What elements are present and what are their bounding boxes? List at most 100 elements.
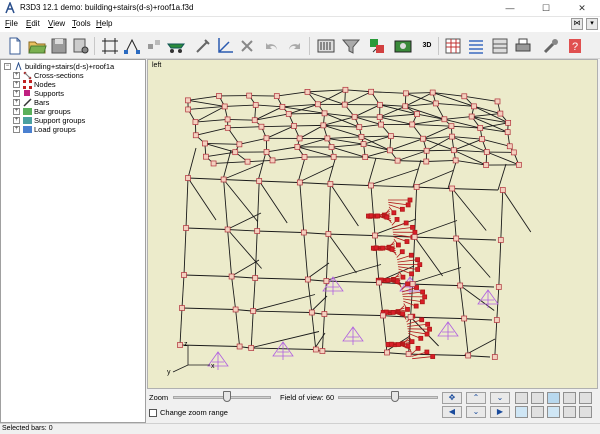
node-marker[interactable] <box>429 89 436 96</box>
open-folder-icon[interactable] <box>27 36 47 56</box>
stair-node[interactable] <box>419 299 425 305</box>
node-marker[interactable] <box>358 133 365 140</box>
support-glyph[interactable] <box>437 321 459 340</box>
node-marker[interactable] <box>236 141 243 148</box>
list-icon[interactable] <box>466 36 486 56</box>
node-marker[interactable] <box>185 97 191 104</box>
stair-node[interactable] <box>404 239 410 244</box>
stair-node[interactable] <box>419 317 425 323</box>
node-marker[interactable] <box>263 135 270 142</box>
view-iso3-button[interactable] <box>547 406 560 418</box>
node-marker[interactable] <box>388 133 394 139</box>
change-zoom-checkbox[interactable] <box>149 409 157 417</box>
stair-node[interactable] <box>415 257 420 263</box>
node-marker[interactable] <box>258 123 265 130</box>
expand-toggle[interactable]: + <box>13 117 20 124</box>
node-marker[interactable] <box>497 110 504 117</box>
node-marker[interactable] <box>192 119 199 125</box>
pan-button[interactable]: ✥ <box>442 392 462 404</box>
node-marker[interactable] <box>420 135 426 142</box>
node-marker[interactable] <box>378 121 384 128</box>
node-marker[interactable] <box>202 153 209 160</box>
stair-node[interactable] <box>424 331 430 337</box>
expand-toggle[interactable]: + <box>13 108 20 115</box>
node-marker[interactable] <box>216 93 222 99</box>
node-marker[interactable] <box>252 102 259 108</box>
node-marker[interactable] <box>224 116 231 123</box>
node-marker[interactable] <box>495 284 502 290</box>
settings-sheet-icon[interactable] <box>71 36 91 56</box>
collapse-toggle[interactable]: − <box>4 63 11 70</box>
node-marker[interactable] <box>497 237 504 243</box>
help-icon[interactable]: ? <box>565 36 585 56</box>
expand-toggle[interactable]: + <box>13 126 20 133</box>
node-marker[interactable] <box>294 144 301 150</box>
stair-node[interactable] <box>420 289 426 295</box>
node-marker[interactable] <box>232 306 239 313</box>
node-marker[interactable] <box>304 276 311 283</box>
stair-node[interactable] <box>418 335 424 341</box>
node-marker[interactable] <box>402 103 409 110</box>
spreadsheet-icon[interactable] <box>490 36 510 56</box>
stair-node[interactable] <box>412 229 418 235</box>
minimize-button[interactable]: — <box>492 0 528 17</box>
node-marker[interactable] <box>192 132 199 139</box>
fov-slider-thumb[interactable] <box>391 391 400 402</box>
node-marker[interactable] <box>251 117 258 124</box>
node-marker[interactable] <box>448 123 455 130</box>
stair-node[interactable] <box>368 213 374 219</box>
node-marker[interactable] <box>362 154 369 160</box>
stair-node[interactable] <box>405 307 410 312</box>
stair-node[interactable] <box>415 345 421 351</box>
node-marker[interactable] <box>263 149 270 155</box>
node-marker[interactable] <box>441 116 448 123</box>
node-marker[interactable] <box>356 124 363 131</box>
node-marker[interactable] <box>224 124 231 131</box>
axes-icon[interactable] <box>215 36 235 56</box>
stair-node[interactable] <box>400 274 406 280</box>
node-marker[interactable] <box>468 113 475 120</box>
node-marker[interactable] <box>304 89 311 95</box>
support-glyph[interactable] <box>272 341 294 360</box>
node-marker[interactable] <box>387 147 393 154</box>
view-iso2-button[interactable] <box>531 406 544 418</box>
rotate-right-button[interactable]: ▶ <box>490 406 510 418</box>
redo-icon[interactable] <box>284 36 304 56</box>
stair-node[interactable] <box>373 245 379 251</box>
node-marker[interactable] <box>368 88 375 95</box>
node-marker[interactable] <box>320 122 327 129</box>
node-marker[interactable] <box>285 111 292 117</box>
menu-tools[interactable]: Tools <box>72 19 91 28</box>
node-marker[interactable] <box>432 100 439 107</box>
node-marker[interactable] <box>368 182 374 189</box>
node-marker[interactable] <box>510 149 517 156</box>
support-glyph[interactable] <box>477 289 499 308</box>
stair-node[interactable] <box>430 354 436 359</box>
node-marker[interactable] <box>372 232 378 239</box>
node-marker[interactable] <box>273 93 280 99</box>
node-marker[interactable] <box>411 234 418 240</box>
node-marker[interactable] <box>319 348 326 354</box>
node-marker[interactable] <box>384 349 390 356</box>
node-marker[interactable] <box>327 181 334 187</box>
stair-node[interactable] <box>408 252 414 258</box>
node-marker[interactable] <box>377 101 383 108</box>
node-marker[interactable] <box>224 226 231 233</box>
node-marker[interactable] <box>236 343 243 350</box>
node-marker[interactable] <box>499 187 506 193</box>
node-marker[interactable] <box>291 123 297 129</box>
tools-icon[interactable] <box>541 36 561 56</box>
node-marker[interactable] <box>506 143 513 150</box>
node-marker[interactable] <box>465 352 472 359</box>
save-icon[interactable] <box>49 36 69 56</box>
node-marker[interactable] <box>312 346 319 353</box>
camera-icon[interactable] <box>393 36 413 56</box>
node-marker[interactable] <box>324 135 331 142</box>
stair-node[interactable] <box>424 349 430 355</box>
rotate-up-button[interactable]: ⌃ <box>466 392 486 404</box>
close-button[interactable]: ✕ <box>564 0 600 17</box>
node-marker[interactable] <box>248 345 255 351</box>
node-marker[interactable] <box>228 273 235 280</box>
node-marker[interactable] <box>183 225 189 231</box>
stair-node[interactable] <box>380 245 386 251</box>
